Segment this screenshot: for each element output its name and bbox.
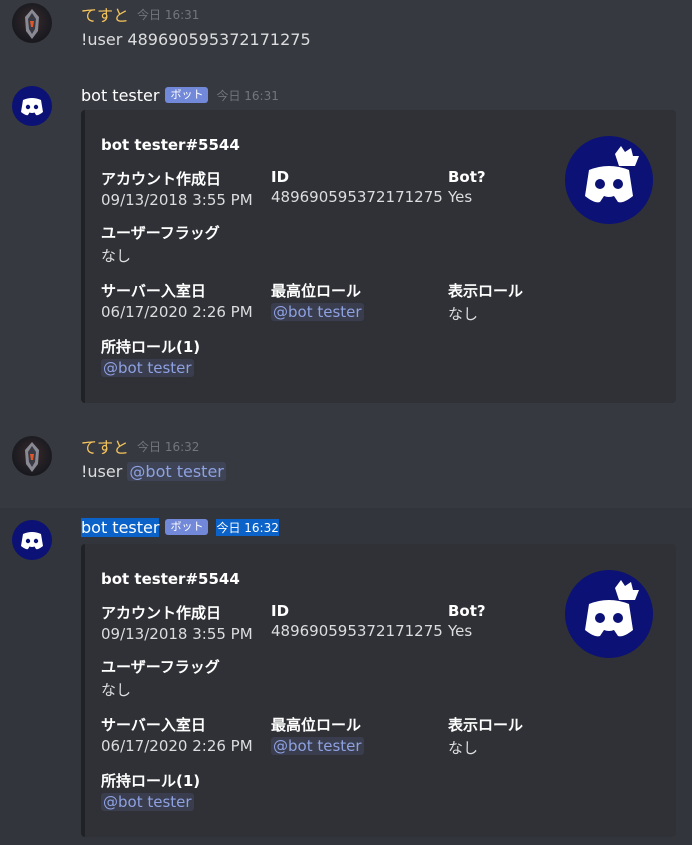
field-display-role: 表示ロール なし <box>448 280 523 324</box>
field-name: Bot? <box>448 602 486 620</box>
role-mention[interactable]: @bot tester <box>101 793 194 811</box>
field-name: 表示ロール <box>448 282 524 300</box>
field-id: ID 489690595372171275 <box>271 602 443 640</box>
field-name: 所持ロール(1) <box>101 338 201 356</box>
user-avatar[interactable] <box>12 436 52 476</box>
field-name: ユーザーフラッグ <box>101 658 220 676</box>
field-bot: Bot? Yes <box>448 168 486 206</box>
field-name: 表示ロール <box>448 716 524 734</box>
field-name: サーバー入室日 <box>101 282 206 300</box>
field-top-role: 最高位ロール @bot tester <box>271 714 364 755</box>
field-name: 最高位ロール <box>271 282 362 300</box>
embed-title: bot tester#5544 <box>101 570 240 588</box>
field-name: アカウント作成日 <box>101 170 222 188</box>
message-4: bot tester ボット 今日 16:32 bot tester#5544 … <box>0 508 692 845</box>
field-value: なし <box>101 247 132 265</box>
field-created: アカウント作成日 09/13/2018 3:55 PM <box>101 168 253 209</box>
message-2: bot tester ボット 今日 16:31 bot tester#5544 … <box>0 74 692 414</box>
field-id: ID 489690595372171275 <box>271 168 443 206</box>
message-1: てすと 今日 16:31 !user 489690595372171275 <box>0 0 692 70</box>
field-value: なし <box>448 739 479 757</box>
field-value: 09/13/2018 3:55 PM <box>101 625 253 643</box>
field-name: ID <box>271 602 290 620</box>
field-value: なし <box>101 681 132 699</box>
field-flags: ユーザーフラッグ なし <box>101 656 220 700</box>
bot-badge: ボット <box>165 519 209 535</box>
bot-avatar[interactable] <box>12 520 52 560</box>
field-name: ID <box>271 168 290 186</box>
embed-thumbnail[interactable] <box>565 136 653 224</box>
field-flags: ユーザーフラッグ なし <box>101 222 220 266</box>
field-name: サーバー入室日 <box>101 716 206 734</box>
field-display-role: 表示ロール なし <box>448 714 523 758</box>
field-bot: Bot? Yes <box>448 602 486 640</box>
message-content: !user 489690595372171275 <box>81 30 311 49</box>
author-name[interactable]: bot tester <box>81 86 159 105</box>
field-value: Yes <box>448 188 473 206</box>
embed-thumbnail[interactable] <box>565 570 653 658</box>
message-3: てすと 今日 16:32 !user @bot tester <box>0 428 692 508</box>
field-name: アカウント作成日 <box>101 604 222 622</box>
message-content: !user @bot tester <box>81 462 226 481</box>
timestamp: 今日 16:31 <box>137 7 200 22</box>
bot-avatar[interactable] <box>12 86 52 126</box>
author-name[interactable]: bot tester <box>81 517 160 537</box>
field-roles: 所持ロール(1) @bot tester <box>101 770 200 811</box>
role-mention[interactable]: @bot tester <box>101 359 194 377</box>
field-value: 09/13/2018 3:55 PM <box>101 191 253 209</box>
field-value-wrap: @bot tester <box>271 737 364 755</box>
timestamp: 今日 16:31 <box>216 88 279 103</box>
user-info-embed: bot tester#5544 アカウント作成日 09/13/2018 3:55… <box>81 110 676 403</box>
user-avatar[interactable] <box>12 3 52 43</box>
bot-badge: ボット <box>165 87 209 103</box>
field-joined: サーバー入室日 06/17/2020 2:26 PM <box>101 280 253 321</box>
field-name: Bot? <box>448 168 486 186</box>
author-name[interactable]: てすと <box>81 434 129 458</box>
field-value: 06/17/2020 2:26 PM <box>101 737 253 755</box>
embed-title: bot tester#5544 <box>101 136 240 154</box>
field-value-wrap: @bot tester <box>271 303 364 321</box>
field-value: Yes <box>448 622 473 640</box>
field-value: 489690595372171275 <box>271 188 443 206</box>
field-name: 所持ロール(1) <box>101 772 201 790</box>
message-header: bot tester ボット 今日 16:32 <box>81 516 279 538</box>
field-created: アカウント作成日 09/13/2018 3:55 PM <box>101 602 253 643</box>
field-value: 489690595372171275 <box>271 622 443 640</box>
field-roles: 所持ロール(1) @bot tester <box>101 336 200 377</box>
message-header: てすと 今日 16:32 <box>81 435 199 457</box>
message-header: bot tester ボット 今日 16:31 <box>81 84 279 106</box>
user-mention[interactable]: @bot tester <box>127 462 226 481</box>
message-header: てすと 今日 16:31 <box>81 3 199 25</box>
role-mention[interactable]: @bot tester <box>271 303 364 321</box>
field-top-role: 最高位ロール @bot tester <box>271 280 364 321</box>
field-joined: サーバー入室日 06/17/2020 2:26 PM <box>101 714 253 755</box>
field-name: ユーザーフラッグ <box>101 224 220 242</box>
user-info-embed: bot tester#5544 アカウント作成日 09/13/2018 3:55… <box>81 544 676 837</box>
field-value-wrap: @bot tester <box>101 793 200 811</box>
field-name: 最高位ロール <box>271 716 362 734</box>
command-text: !user <box>81 462 123 481</box>
field-value-wrap: @bot tester <box>101 359 200 377</box>
timestamp: 今日 16:32 <box>216 518 279 536</box>
field-value: なし <box>448 305 479 323</box>
timestamp: 今日 16:32 <box>137 439 200 454</box>
author-name[interactable]: てすと <box>81 2 129 26</box>
field-value: 06/17/2020 2:26 PM <box>101 303 253 321</box>
role-mention[interactable]: @bot tester <box>271 737 364 755</box>
